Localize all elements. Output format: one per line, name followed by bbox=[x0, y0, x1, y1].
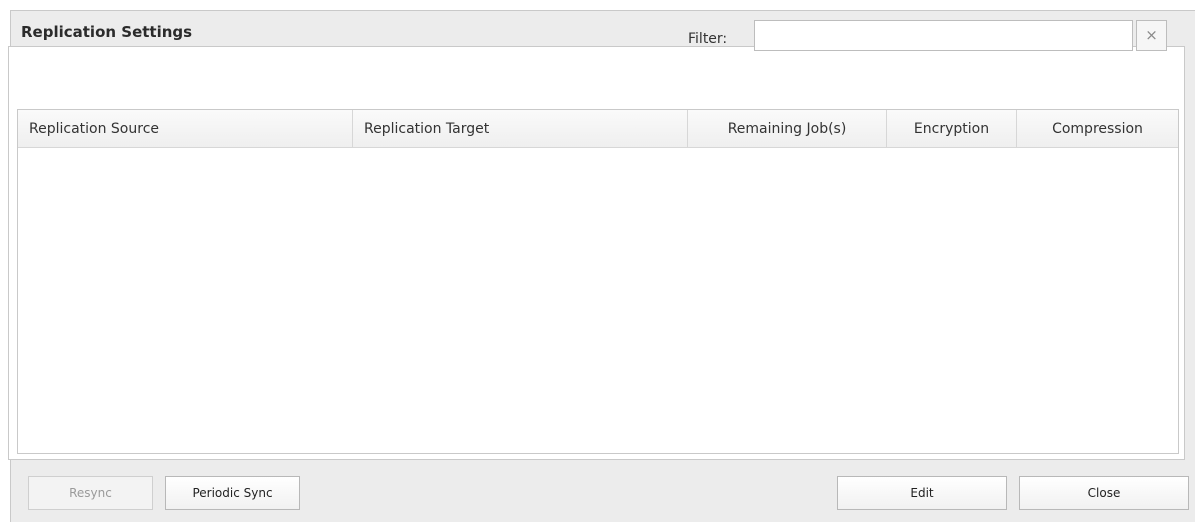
edit-button[interactable]: Edit bbox=[837, 476, 1007, 510]
column-header-compression[interactable]: Compression bbox=[1017, 110, 1178, 147]
column-header-remaining-jobs[interactable]: Remaining Job(s) bbox=[688, 110, 887, 147]
column-header-replication-source[interactable]: Replication Source bbox=[18, 110, 353, 147]
close-button[interactable]: Close bbox=[1019, 476, 1189, 510]
column-header-encryption[interactable]: Encryption bbox=[887, 110, 1017, 147]
periodic-sync-button[interactable]: Periodic Sync bbox=[165, 476, 300, 510]
table-header: Replication Source Replication Target Re… bbox=[18, 110, 1178, 148]
table-body bbox=[18, 148, 1178, 453]
filter-label: Filter: bbox=[688, 31, 728, 47]
resync-button[interactable]: Resync bbox=[28, 476, 153, 510]
replication-table: Replication Source Replication Target Re… bbox=[17, 109, 1179, 454]
clear-filter-button[interactable]: × bbox=[1136, 20, 1167, 51]
filter-input[interactable] bbox=[754, 20, 1133, 51]
dialog-title: Replication Settings bbox=[21, 23, 193, 41]
close-icon: × bbox=[1145, 26, 1158, 44]
column-header-replication-target[interactable]: Replication Target bbox=[353, 110, 688, 147]
